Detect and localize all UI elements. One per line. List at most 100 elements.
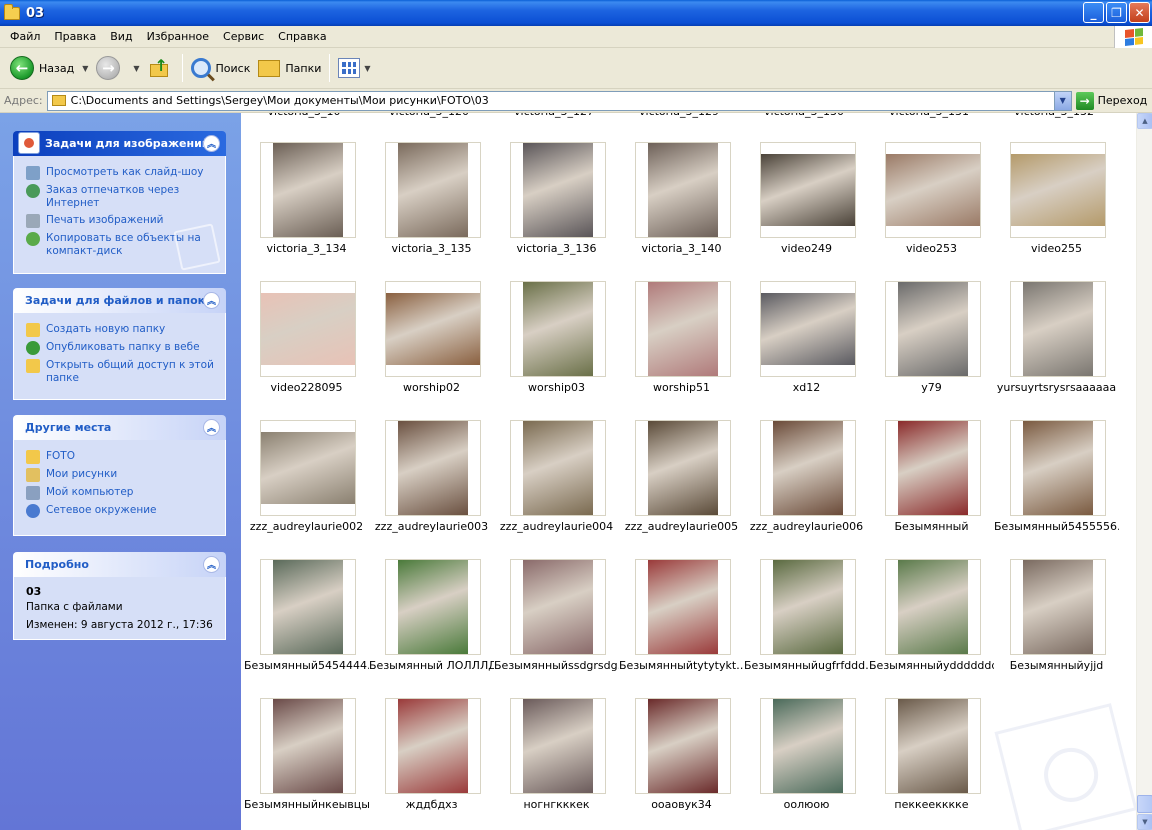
task-share-folder[interactable]: Открыть общий доступ к этой папке: [26, 359, 217, 385]
thumbnail-label[interactable]: ногнгкккек: [494, 798, 619, 811]
thumbnail-label[interactable]: victoria_3_132: [994, 113, 1114, 118]
thumbnail-item[interactable]: Безымянныйtytytykt…: [619, 559, 744, 689]
thumbnail-item[interactable]: zzz_audreylaurie006: [744, 420, 869, 550]
address-input[interactable]: C:\Documents and Settings\Sergey\Мои док…: [46, 90, 1072, 111]
thumbnail-label[interactable]: Безымянный5454444…: [244, 659, 369, 672]
thumbnail-frame[interactable]: [1010, 281, 1106, 377]
thumbnail-frame[interactable]: [885, 281, 981, 377]
collapse-icon[interactable]: ︽: [203, 292, 220, 309]
thumbnail-item[interactable]: Безымянный5454444…: [244, 559, 369, 689]
thumbnail-label[interactable]: victoria_3_129: [619, 113, 739, 118]
thumbnail-label[interactable]: Безымянный: [869, 520, 994, 533]
vertical-scrollbar[interactable]: ▲ ▼: [1136, 113, 1152, 830]
scroll-thumb[interactable]: [1137, 795, 1152, 813]
thumbnail-label[interactable]: worship51: [619, 381, 744, 394]
collapse-icon[interactable]: ︽: [203, 135, 220, 152]
thumbnail-frame[interactable]: [885, 698, 981, 794]
task-order-prints[interactable]: Заказ отпечатков через Интернет: [26, 184, 217, 210]
minimize-button[interactable]: _: [1083, 2, 1104, 23]
thumbnail-frame[interactable]: [635, 698, 731, 794]
thumbnail-item[interactable]: worship02: [369, 281, 494, 411]
thumbnail-item[interactable]: Безымянныйyjjd: [994, 559, 1119, 689]
thumbnail-item[interactable]: Безымянныйyddddddd: [869, 559, 994, 689]
thumbnail-label[interactable]: Безымянныйugfrfddd…: [744, 659, 869, 672]
thumbnail-label[interactable]: video249: [744, 242, 869, 255]
thumbnail-label[interactable]: жддбдхз: [369, 798, 494, 811]
thumbnail-label[interactable]: victoria_3_136: [494, 242, 619, 255]
search-button[interactable]: Поиск: [187, 52, 255, 84]
thumbnail-label[interactable]: victoria_3_127: [494, 113, 614, 118]
scroll-down-button[interactable]: ▼: [1137, 814, 1152, 830]
thumbnail-item[interactable]: video255: [994, 142, 1119, 272]
menu-favorites[interactable]: Избранное: [140, 30, 216, 43]
thumbnail-label[interactable]: y79: [869, 381, 994, 394]
thumbnail-item[interactable]: video253: [869, 142, 994, 272]
thumbnail-label[interactable]: zzz_audreylaurie002: [244, 520, 369, 533]
thumbnail-item[interactable]: xd12: [744, 281, 869, 411]
thumbnail-frame[interactable]: [635, 420, 731, 516]
thumbnail-label[interactable]: Безымянныйyddddddd: [869, 659, 994, 672]
thumbnail-item[interactable]: victoria_3_136: [494, 142, 619, 272]
thumbnail-label[interactable]: victoria_3_130: [744, 113, 864, 118]
thumbnail-frame[interactable]: [385, 142, 481, 238]
thumbnail-frame[interactable]: [385, 559, 481, 655]
thumbnail-item[interactable]: victoria_3_140: [619, 142, 744, 272]
menu-edit[interactable]: Правка: [47, 30, 103, 43]
thumbnail-label[interactable]: worship03: [494, 381, 619, 394]
thumbnail-item[interactable]: Безымянный ЛОЛЛЛДЖ: [369, 559, 494, 689]
thumbnail-item[interactable]: жддбдхз: [369, 698, 494, 828]
thumbnail-frame[interactable]: [260, 420, 356, 516]
thumbnail-frame[interactable]: [1010, 142, 1106, 238]
go-button[interactable]: → Переход: [1075, 91, 1147, 110]
place-foto[interactable]: FOTO: [26, 450, 217, 464]
thumbnail-item[interactable]: Безымянныйugfrfddd…: [744, 559, 869, 689]
thumbnail-frame[interactable]: [385, 420, 481, 516]
menu-help[interactable]: Справка: [271, 30, 333, 43]
scroll-up-button[interactable]: ▲: [1137, 113, 1152, 129]
folders-button[interactable]: Папки: [254, 52, 325, 84]
thumbnail-label[interactable]: Безымянныйнкеывцы…: [244, 798, 369, 811]
thumbnail-label[interactable]: victoria_3_135: [369, 242, 494, 255]
thumbnail-label[interactable]: Безымянный5455556…: [994, 520, 1119, 533]
thumbnail-frame[interactable]: [760, 142, 856, 238]
thumbnail-frame[interactable]: [510, 559, 606, 655]
thumbnail-label[interactable]: zzz_audreylaurie004: [494, 520, 619, 533]
task-slideshow[interactable]: Просмотреть как слайд-шоу: [26, 166, 217, 180]
thumbnail-frame[interactable]: [510, 142, 606, 238]
thumbnail-item[interactable]: y79: [869, 281, 994, 411]
thumbnail-item[interactable]: zzz_audreylaurie004: [494, 420, 619, 550]
thumbnail-frame[interactable]: [885, 142, 981, 238]
thumbnail-label[interactable]: video255: [994, 242, 1119, 255]
menu-tools[interactable]: Сервис: [216, 30, 271, 43]
image-tasks-header[interactable]: Задачи для изображений ︽: [13, 131, 226, 156]
thumbnail-label[interactable]: video253: [869, 242, 994, 255]
thumbnail-frame[interactable]: [760, 559, 856, 655]
thumbnail-label[interactable]: video228095: [244, 381, 369, 394]
restore-button[interactable]: ❐: [1106, 2, 1127, 23]
thumbnail-label[interactable]: xd12: [744, 381, 869, 394]
thumbnail-item[interactable]: Безымянный5455556…: [994, 420, 1119, 550]
thumbnail-frame[interactable]: [510, 420, 606, 516]
thumbnail-label[interactable]: worship02: [369, 381, 494, 394]
thumbnail-label[interactable]: Безымянный ЛОЛЛЛДЖ: [369, 659, 494, 672]
thumbnail-item[interactable]: victoria_3_135: [369, 142, 494, 272]
thumbnail-label[interactable]: Безымянныйtytytykt…: [619, 659, 744, 672]
thumbnail-frame[interactable]: [260, 698, 356, 794]
menu-file[interactable]: Файл: [3, 30, 47, 43]
task-publish-web[interactable]: Опубликовать папку в вебе: [26, 341, 217, 355]
place-my-pictures[interactable]: Мои рисунки: [26, 468, 217, 482]
thumbnail-frame[interactable]: [385, 698, 481, 794]
place-my-computer[interactable]: Мой компьютер: [26, 486, 217, 500]
thumbnail-label[interactable]: victoria_3_140: [619, 242, 744, 255]
thumbnail-frame[interactable]: [635, 142, 731, 238]
thumbnail-item[interactable]: ногнгкккек: [494, 698, 619, 828]
thumbnail-label[interactable]: Безымянныйyjjd: [994, 659, 1119, 672]
thumbnail-frame[interactable]: [1010, 420, 1106, 516]
thumbnail-frame[interactable]: [760, 420, 856, 516]
thumbnail-frame[interactable]: [760, 281, 856, 377]
thumbnail-item[interactable]: zzz_audreylaurie002: [244, 420, 369, 550]
thumbnail-frame[interactable]: [760, 698, 856, 794]
thumbnail-item[interactable]: yursuyrtsrysrsaaaaaa: [994, 281, 1119, 411]
thumbnail-label[interactable]: victoria_3_10: [244, 113, 364, 118]
thumbnail-item[interactable]: victoria_3_134: [244, 142, 369, 272]
